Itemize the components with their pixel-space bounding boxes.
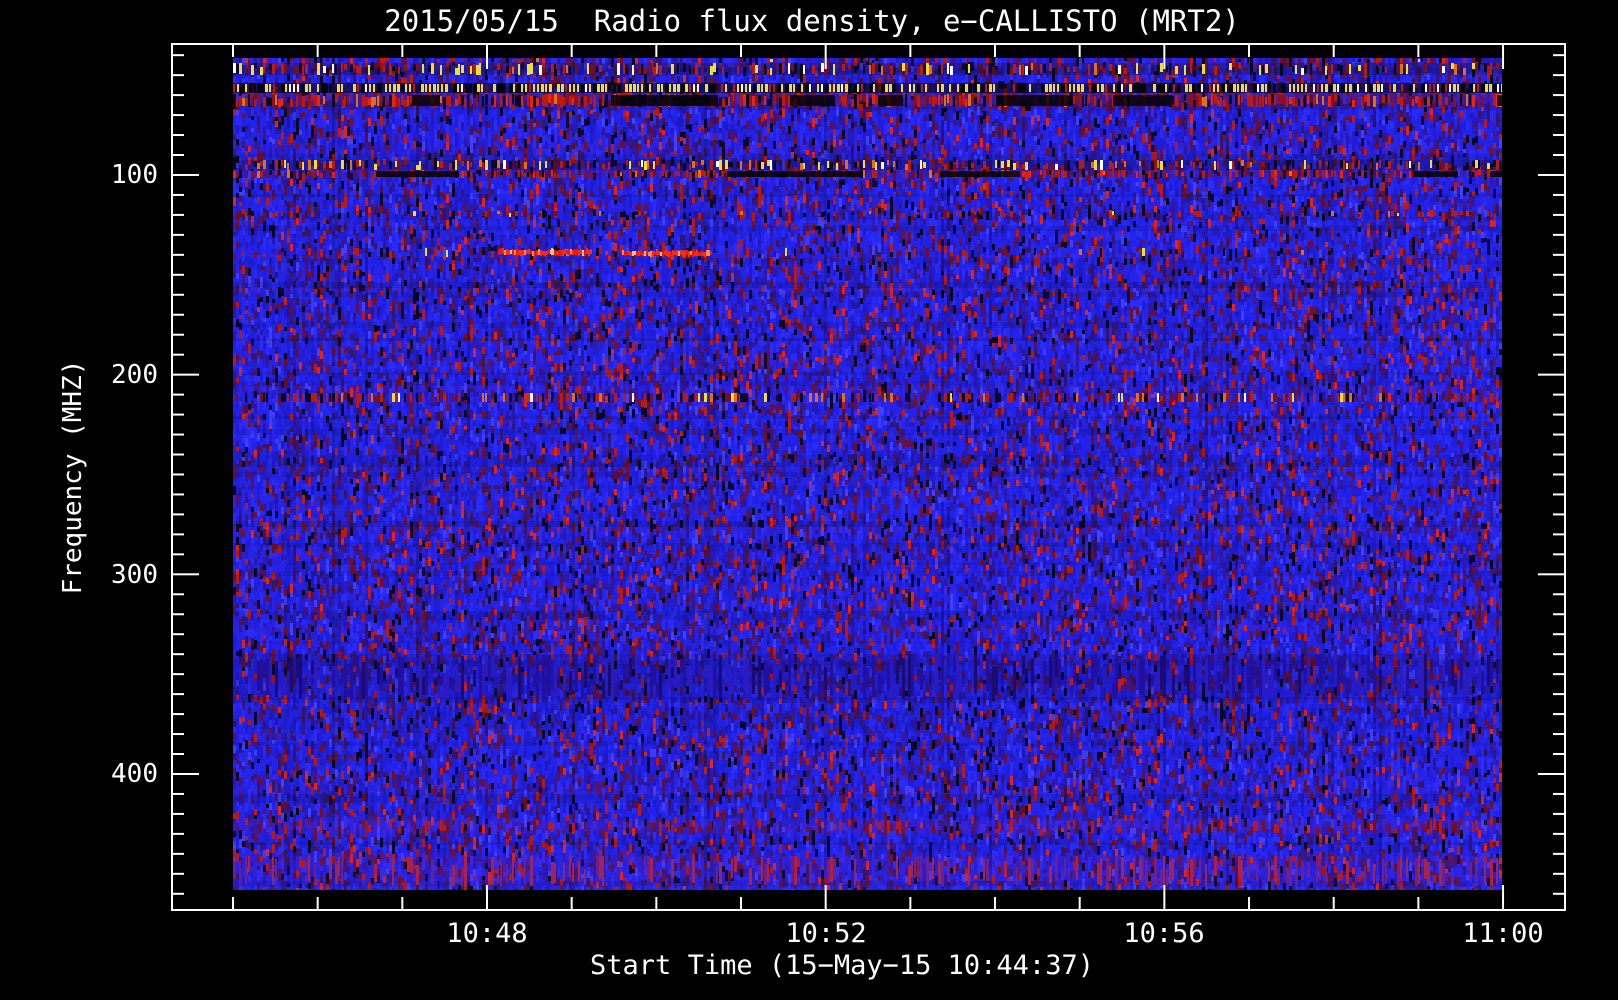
x-tick-label-1100: 11:00	[1462, 918, 1544, 949]
x-tick-label-1052: 10:52	[785, 918, 867, 949]
axes-frame	[0, 0, 1618, 1000]
y-tick-label-100: 100	[111, 160, 158, 190]
x-axis-title: Start Time (15−May−15 10:44:37)	[590, 950, 1094, 981]
y-tick-label-300: 300	[111, 560, 158, 590]
y-tick-label-400: 400	[111, 759, 158, 789]
x-tick-label-1048: 10:48	[446, 918, 528, 949]
x-tick-label-1056: 10:56	[1123, 918, 1205, 949]
spectrogram-page: 2015/05/15 Radio flux density, e−CALLIST…	[0, 0, 1618, 1000]
y-tick-label-200: 200	[111, 360, 158, 390]
